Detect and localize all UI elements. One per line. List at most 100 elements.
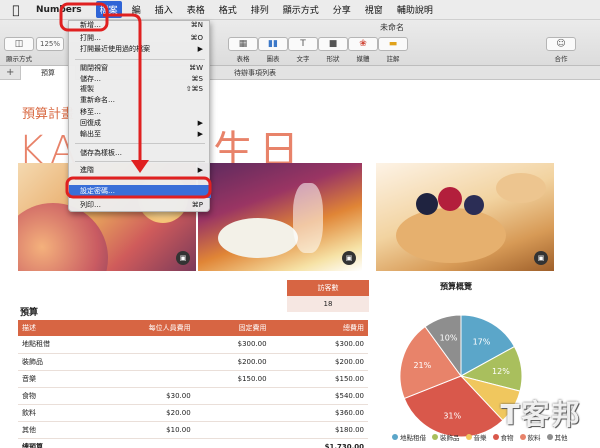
column-header[interactable]: 描述	[18, 320, 92, 336]
cell[interactable]: 總預算	[18, 438, 92, 448]
cell[interactable]: $540.00	[270, 387, 368, 405]
toolbar-text-button[interactable]: T 文字	[288, 37, 318, 63]
cell[interactable]: $20.00	[91, 404, 195, 422]
file-menu-item[interactable]: 重新命名…	[69, 96, 211, 105]
cell[interactable]: 飲料	[18, 404, 92, 422]
image-icon[interactable]: ▣	[176, 251, 190, 265]
cell[interactable]: $300.00	[270, 336, 368, 354]
cell[interactable]: $300.00	[194, 336, 271, 354]
table-row[interactable]: 音樂 $150.00 $150.00	[18, 370, 368, 388]
file-menu-item[interactable]: 輸出至 ▶	[69, 130, 211, 139]
cell[interactable]: 裝飾品	[18, 353, 92, 371]
file-menu-item[interactable]: 回復成 ▶	[69, 119, 211, 128]
column-header[interactable]: 固定費用	[194, 320, 271, 336]
menu-insert[interactable]: 插入	[155, 3, 173, 16]
pie-slice-label: 21%	[413, 361, 431, 370]
toolbar-table-button[interactable]: ▦ 表格	[228, 37, 258, 63]
table-row[interactable]: 食物 $30.00 $540.00	[18, 387, 368, 405]
table-row[interactable]: 地點租借 $300.00 $300.00	[18, 336, 368, 354]
file-menu-dropdown: 新增… ⌘N 打開… ⌘O 打開最近使用過的檔案 ▶ 關閉視窗 ⌘W 儲存… ⌘S 複製 ⇧⌘S 重新命…	[68, 20, 211, 212]
legend-item: 地點租借	[392, 432, 426, 442]
cell[interactable]: $200.00	[270, 353, 368, 371]
zoom-value: 125%	[36, 37, 64, 51]
file-menu-item-label: 進階	[80, 166, 94, 174]
menu-format[interactable]: 格式	[219, 3, 237, 16]
menu-separator	[75, 161, 205, 162]
cell[interactable]: $180.00	[270, 421, 368, 439]
cell[interactable]	[194, 404, 271, 422]
cell[interactable]: $10.00	[91, 421, 195, 439]
zoom-control[interactable]: 125%	[36, 37, 66, 51]
collaborate-button[interactable]: ☺ 合作	[546, 37, 576, 63]
file-menu-item[interactable]: 複製 ⇧⌘S	[69, 85, 211, 94]
cell[interactable]: $150.00	[270, 370, 368, 388]
file-menu-item[interactable]: 打開最近使用過的檔案 ▶	[69, 45, 211, 54]
tab-todo-list[interactable]: 待辦事項列表	[210, 66, 300, 80]
cell[interactable]	[194, 387, 271, 405]
file-menu-item[interactable]: 儲存… ⌘S	[69, 75, 211, 84]
pie-slice-label: 12%	[492, 367, 510, 376]
menu-arrange[interactable]: 排列	[251, 3, 269, 16]
photo-table-setting[interactable]: ▣	[198, 163, 362, 271]
total-row[interactable]: 總預算 $1,730.00	[18, 438, 368, 448]
cell[interactable]: 音樂	[18, 370, 92, 388]
legend-label: 地點租借	[400, 434, 426, 442]
cell[interactable]: $30.00	[91, 387, 195, 405]
menu-table[interactable]: 表格	[187, 3, 205, 16]
toolbar-media-button[interactable]: ❀ 媒體	[348, 37, 378, 63]
cell[interactable]: $360.00	[270, 404, 368, 422]
cell[interactable]	[91, 438, 195, 448]
file-menu-item[interactable]: 設定密碼…	[69, 185, 211, 198]
toolbar-chart-button[interactable]: ▮▮ 圖表	[258, 37, 288, 63]
column-header[interactable]: 每位人員費用	[91, 320, 195, 336]
cell[interactable]	[194, 421, 271, 439]
apple-logo-icon[interactable]: 	[8, 3, 24, 17]
view-button[interactable]: ◫ 顯示方式	[4, 37, 34, 63]
menu-share[interactable]: 分享	[333, 3, 351, 16]
file-menu-item[interactable]: 儲存為樣板…	[69, 149, 211, 158]
sidebar-icon: ◫	[4, 37, 34, 51]
table-row[interactable]: 其他 $10.00 $180.00	[18, 421, 368, 439]
app-menu[interactable]: Numbers	[36, 5, 82, 15]
image-icon[interactable]: ▣	[342, 251, 356, 265]
cell[interactable]	[91, 336, 195, 354]
cell[interactable]	[91, 353, 195, 371]
chart-icon: ▮▮	[258, 37, 288, 51]
toolbar-comment-button[interactable]: ▬ 註解	[378, 37, 408, 63]
pie-chart-title: 預算概覽	[440, 282, 472, 291]
cell[interactable]: $150.00	[194, 370, 271, 388]
menu-edit[interactable]: 編	[132, 3, 141, 16]
legend-label: 音樂	[473, 434, 487, 442]
add-sheet-icon[interactable]: +	[6, 67, 14, 78]
table-row[interactable]: 飲料 $20.00 $360.00	[18, 404, 368, 422]
table-row[interactable]: 裝飾品 $200.00 $200.00	[18, 353, 368, 371]
file-menu-item[interactable]: 打開… ⌘O	[69, 34, 211, 43]
file-menu-item[interactable]: 關閉視窗 ⌘W	[69, 64, 211, 73]
menu-view[interactable]: 顯示方式	[283, 3, 319, 16]
legend-swatch	[392, 434, 398, 440]
column-header[interactable]: 總費用	[270, 320, 368, 336]
file-menu-item[interactable]: 新增… ⌘N	[69, 21, 211, 30]
file-menu-item-label: 打開最近使用過的檔案	[80, 45, 150, 53]
budget-table[interactable]: 描述 每位人員費用 固定費用 總費用 地點租借 $300.00 $300.00 …	[18, 320, 368, 448]
toolbar-shape-button[interactable]: ■ 形狀	[318, 37, 348, 63]
cell[interactable]: 食物	[18, 387, 92, 405]
legend-item: 裝飾品	[432, 432, 460, 442]
menu-help[interactable]: 輔助說明	[397, 3, 433, 16]
image-icon[interactable]: ▣	[534, 251, 548, 265]
menu-window[interactable]: 視窗	[365, 3, 383, 16]
file-menu-item[interactable]: 移至…	[69, 108, 211, 117]
photo-berry-tart[interactable]: ▣	[376, 163, 554, 271]
cell[interactable]	[194, 438, 271, 448]
cell[interactable]: $1,730.00	[270, 438, 368, 448]
guest-count-value[interactable]: 18	[287, 296, 369, 312]
menu-file[interactable]: 檔案	[95, 1, 122, 18]
media-icon: ❀	[348, 37, 378, 51]
cell[interactable]: 地點租借	[18, 336, 92, 354]
cell[interactable]	[91, 370, 195, 388]
cell[interactable]: 其他	[18, 421, 92, 439]
file-menu-item[interactable]: 進階 ▶	[69, 166, 211, 175]
file-menu-item[interactable]: 列印… ⌘P	[69, 201, 211, 210]
legend-label: 裝飾品	[440, 434, 460, 442]
cell[interactable]: $200.00	[194, 353, 271, 371]
